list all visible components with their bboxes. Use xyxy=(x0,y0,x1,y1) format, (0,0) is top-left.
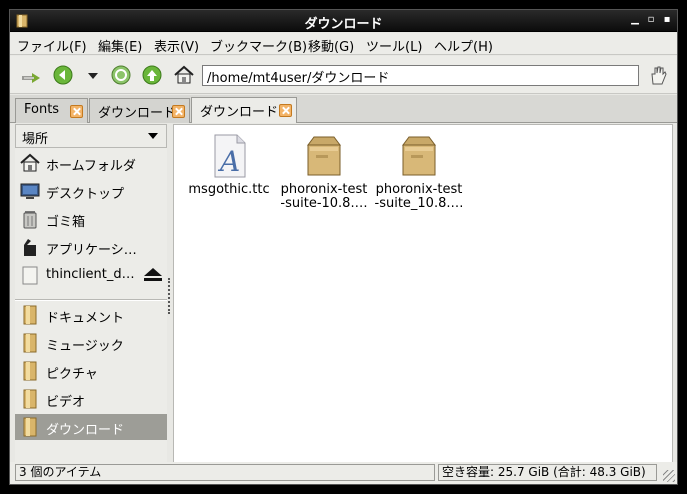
side-pane: 場所 ホームフォルダ デスクトップ ゴミ箱 アプリケーシ… thinclient… xyxy=(15,124,167,463)
sidebar-item-label: ホームフォルダ xyxy=(46,159,136,174)
sidebar-item-thinclient-drive[interactable]: thinclient_d… xyxy=(15,262,167,288)
chevron-down-icon xyxy=(148,133,158,139)
tab-label: Fonts xyxy=(24,102,60,117)
new-tab-icon[interactable] xyxy=(20,64,42,86)
menu-bookmarks[interactable]: ブックマーク(B) xyxy=(210,36,307,55)
status-bar: 3 個のアイテム 空き容量: 25.7 GiB (合計: 48.3 GiB) xyxy=(10,462,677,484)
font-file-icon: A xyxy=(214,134,246,178)
side-pane-mode-selector[interactable]: 場所 xyxy=(15,124,167,148)
history-dropdown-icon[interactable] xyxy=(82,64,104,86)
close-button[interactable]: ▪ xyxy=(662,15,672,25)
menu-bar: ファイル(F) 編集(E) 表示(V) ブックマーク(B) 移動(G) ツール(… xyxy=(10,33,677,55)
menu-tools[interactable]: ツール(L) xyxy=(366,36,422,55)
file-view[interactable]: A msgothic.ttc phoronix-test-suite-10.8.… xyxy=(173,124,673,463)
folder-icon xyxy=(23,305,37,325)
sidebar-divider xyxy=(15,299,167,301)
file-item[interactable]: A msgothic.ttc xyxy=(184,133,274,197)
tab-close-icon[interactable] xyxy=(172,105,185,118)
tab-downloads[interactable]: ダウンロード xyxy=(89,98,190,123)
tab-fonts[interactable]: Fonts xyxy=(15,98,88,123)
desktop-icon xyxy=(20,183,40,199)
file-item[interactable]: phoronix-test-suite-10.8.… xyxy=(279,133,369,211)
resize-grip[interactable] xyxy=(663,470,675,482)
sidebar-item-desktop[interactable]: デスクトップ xyxy=(15,178,167,204)
minimize-button[interactable]: ▁ xyxy=(630,15,640,25)
home-icon xyxy=(20,153,40,172)
sidebar-item-label: ビデオ xyxy=(46,395,86,410)
sidebar-item-label: ミュージック xyxy=(46,339,124,354)
sidebar-item-label: ピクチャ xyxy=(46,367,98,382)
sidebar-item-pictures[interactable]: ピクチャ xyxy=(15,358,167,384)
maximize-button[interactable]: ▫ xyxy=(646,15,656,25)
menu-go[interactable]: 移動(G) xyxy=(308,36,354,55)
sidebar-item-label: ダウンロード xyxy=(46,423,125,438)
menu-view[interactable]: 表示(V) xyxy=(154,36,199,55)
file-name: msgothic.ttc xyxy=(188,182,270,197)
package-icon xyxy=(402,136,436,176)
sidebar-item-videos[interactable]: ビデオ xyxy=(15,386,167,412)
splitter-grip[interactable] xyxy=(168,278,171,314)
sidebar-item-trash[interactable]: ゴミ箱 xyxy=(15,206,167,232)
stop-hand-icon[interactable] xyxy=(647,64,669,86)
sidebar-item-label: ゴミ箱 xyxy=(46,215,86,230)
file-name: phoronix-test-suite_10.8.… xyxy=(374,182,464,211)
title-bar[interactable]: ダウンロード ▁ ▫ ▪ xyxy=(10,10,677,32)
file-name: phoronix-test-suite-10.8.… xyxy=(280,182,368,211)
sidebar-item-music[interactable]: ミュージック xyxy=(15,330,167,356)
menu-help[interactable]: ヘルプ(H) xyxy=(434,36,493,55)
file-item[interactable]: phoronix-test-suite_10.8.… xyxy=(374,133,464,211)
folder-icon xyxy=(23,389,37,409)
sidebar-item-label: デスクトップ xyxy=(46,187,125,202)
sidebar-item-home[interactable]: ホームフォルダ xyxy=(15,150,167,176)
home-icon[interactable] xyxy=(173,64,195,86)
svg-text:A: A xyxy=(217,145,240,178)
side-pane-title: 場所 xyxy=(22,132,49,147)
toolbar: /home/mt4user/ダウンロード xyxy=(10,56,677,94)
tab-bar: Fonts ダウンロード ダウンロード xyxy=(10,95,677,123)
menu-edit[interactable]: 編集(E) xyxy=(98,36,142,55)
sidebar-item-downloads[interactable]: ダウンロード xyxy=(15,414,167,440)
tab-close-icon[interactable] xyxy=(279,104,292,117)
folder-icon xyxy=(23,361,37,381)
sidebar-item-documents[interactable]: ドキュメント xyxy=(15,302,167,328)
location-bar-input[interactable]: /home/mt4user/ダウンロード xyxy=(202,65,639,86)
sidebar-item-label: アプリケーシ… xyxy=(46,243,137,258)
eject-icon[interactable] xyxy=(142,267,164,283)
tab-close-icon[interactable] xyxy=(70,105,83,118)
tab-label: ダウンロード xyxy=(98,106,177,121)
status-item-count: 3 個のアイテム xyxy=(15,464,435,481)
package-icon xyxy=(307,136,341,176)
up-icon[interactable] xyxy=(141,64,163,86)
folder-icon xyxy=(23,333,37,353)
menu-file[interactable]: ファイル(F) xyxy=(17,36,87,55)
trash-icon xyxy=(23,211,37,229)
reload-icon[interactable] xyxy=(110,64,132,86)
sidebar-item-label: thinclient_d… xyxy=(46,267,135,282)
folder-icon xyxy=(23,417,37,437)
applications-icon xyxy=(24,239,36,256)
back-icon[interactable] xyxy=(52,64,74,86)
drive-icon xyxy=(22,266,38,285)
file-manager-window: ダウンロード ▁ ▫ ▪ ファイル(F) 編集(E) 表示(V) ブックマーク(… xyxy=(9,9,678,485)
sidebar-item-label: ドキュメント xyxy=(46,311,125,326)
sidebar-item-applications[interactable]: アプリケーシ… xyxy=(15,234,167,260)
tab-downloads-active[interactable]: ダウンロード xyxy=(191,97,297,123)
status-free-space: 空き容量: 25.7 GiB (合計: 48.3 GiB) xyxy=(438,464,657,481)
window-title: ダウンロード xyxy=(304,17,383,32)
tab-label: ダウンロード xyxy=(200,105,279,120)
